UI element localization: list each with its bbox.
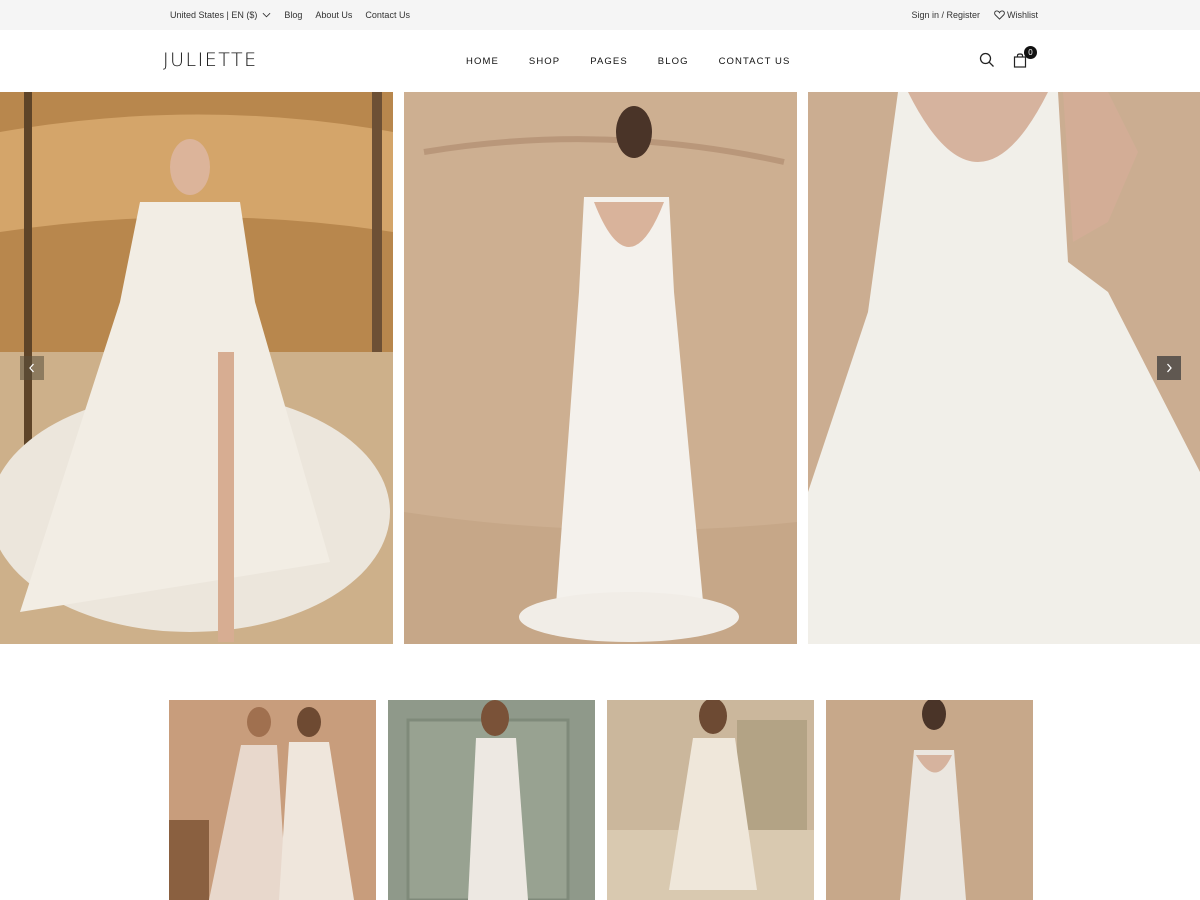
product-card-2[interactable] [388,700,595,900]
slide-image-2[interactable] [404,92,797,644]
sign-in-register-link[interactable]: Sign in / Register [911,10,980,20]
nav-pages[interactable]: PAGES [590,56,628,67]
product-image [826,700,1033,900]
slide-image-1[interactable] [0,92,393,644]
product-image [388,700,595,900]
locale-label: United States | EN ($) [170,10,258,20]
chevron-down-icon [262,12,271,18]
nav-blog[interactable]: BLOG [658,56,689,67]
slide-image-3[interactable] [808,92,1200,644]
bride-desert-photo [0,92,393,644]
product-grid [169,700,1033,900]
chevron-left-icon [29,363,34,373]
bride-backless-dress-photo [404,92,797,644]
search-icon[interactable] [979,52,995,68]
main-header: JULIETTE HOME SHOP PAGES BLOG CONTACT US… [0,30,1200,92]
topbar-link-contact[interactable]: Contact Us [365,10,410,20]
hero-slider [0,92,1200,644]
top-bar-right: Sign in / Register Wishlist [911,0,1038,30]
site-logo[interactable]: JULIETTE [163,49,258,71]
slider-prev-button[interactable] [20,356,44,380]
locale-selector[interactable]: United States | EN ($) [170,10,271,20]
main-nav: HOME SHOP PAGES BLOG CONTACT US [466,30,790,92]
product-card-3[interactable] [607,700,814,900]
topbar-link-blog[interactable]: Blog [284,10,302,20]
wishlist-link[interactable]: Wishlist [994,10,1038,20]
nav-shop[interactable]: SHOP [529,56,560,67]
nav-contact-us[interactable]: CONTACT US [719,56,791,67]
topbar-link-about[interactable]: About Us [315,10,352,20]
product-image [169,700,376,900]
chevron-right-icon [1167,363,1172,373]
heart-icon [994,10,1005,20]
product-card-1[interactable] [169,700,376,900]
nav-home[interactable]: HOME [466,56,499,67]
cart-count-badge: 0 [1024,46,1037,59]
slider-next-button[interactable] [1157,356,1181,380]
bride-sitting-photo [808,92,1200,644]
product-image [607,700,814,900]
product-card-4[interactable] [826,700,1033,900]
top-bar: United States | EN ($) Blog About Us Con… [0,0,1200,30]
top-bar-left: United States | EN ($) Blog About Us Con… [170,0,410,30]
wishlist-label: Wishlist [1007,10,1038,20]
